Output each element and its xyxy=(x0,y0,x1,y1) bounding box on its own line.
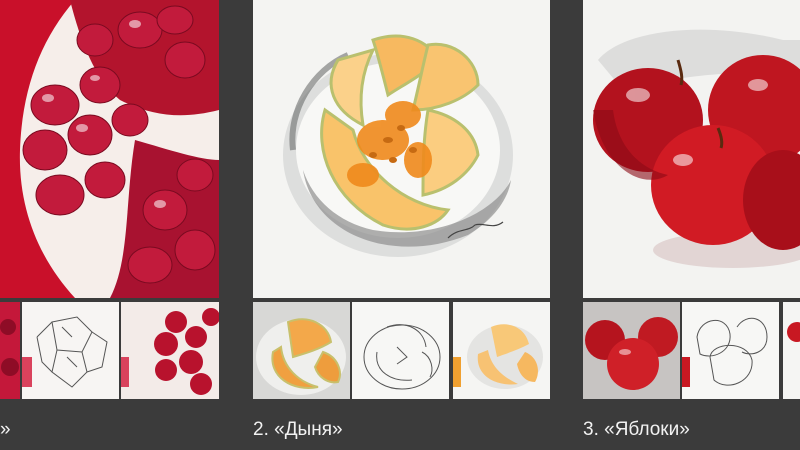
caption-pomegranate: » xyxy=(0,419,11,440)
thumbnail-melon-sketch[interactable] xyxy=(352,302,449,399)
caption-apples: 3. «Яблоки» xyxy=(583,419,690,440)
thumbnail-apples-photo[interactable] xyxy=(583,302,680,399)
thumbnail-melon-progress[interactable] xyxy=(453,302,550,399)
thumbnail-pomegranate-detail[interactable] xyxy=(0,302,20,399)
caption-melon: 2. «Дыня» xyxy=(253,419,343,440)
melon-painting[interactable] xyxy=(253,0,550,298)
thumbnail-melon-photo[interactable] xyxy=(253,302,350,399)
thumbnail-pomegranate-progress[interactable] xyxy=(121,302,219,399)
thumbnail-pomegranate-sketch[interactable] xyxy=(22,302,119,399)
pomegranate-painting[interactable] xyxy=(0,0,219,298)
thumbnail-apples-sketch[interactable] xyxy=(682,302,779,399)
thumbnail-apples-progress[interactable] xyxy=(783,302,800,399)
apples-painting[interactable] xyxy=(583,0,800,298)
